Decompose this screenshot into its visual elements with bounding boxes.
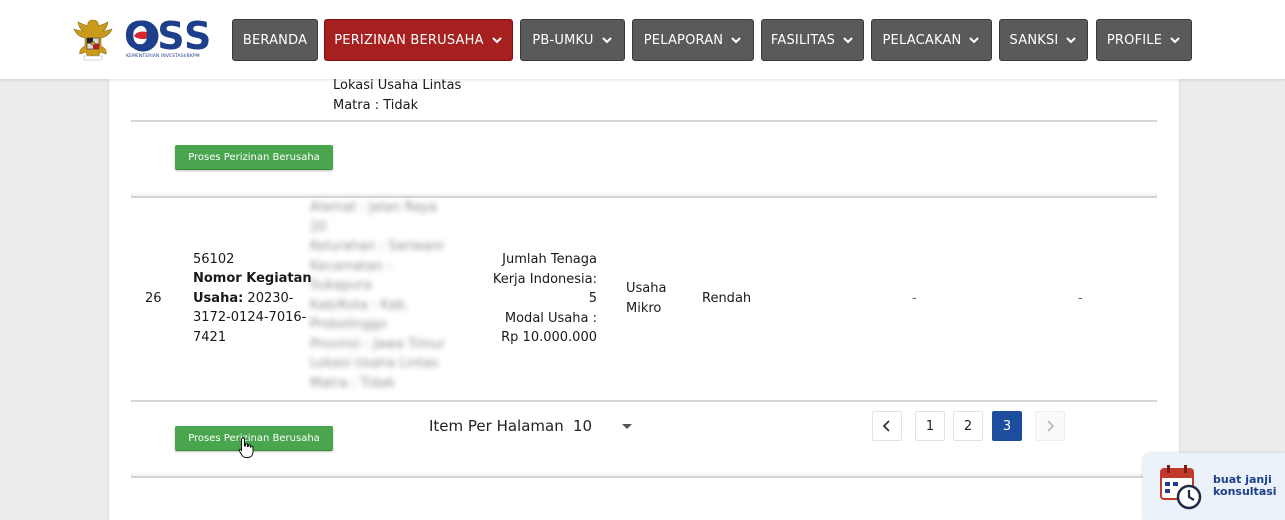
chevron-down-icon xyxy=(731,37,741,44)
nomor-kegiatan-line: Usaha: 20230- xyxy=(193,289,293,309)
nav-beranda[interactable]: BERANDA xyxy=(232,19,318,61)
hand-cursor-icon xyxy=(238,437,254,458)
nomor-kegiatan-label-2: Usaha: xyxy=(193,291,244,306)
address-line: Provinsi : Jawa Timur xyxy=(310,336,446,352)
address-line: Kecamatan : xyxy=(310,258,392,274)
skala-usaha-1: Usaha xyxy=(626,281,667,296)
address-line: Lokasi Usaha Lintas xyxy=(310,356,439,371)
address-line: Matra : Tidak xyxy=(310,375,396,391)
nav-sanksi[interactable]: SANKSI xyxy=(999,19,1088,61)
col9-dash: - xyxy=(1078,291,1083,306)
nav-pelaporan[interactable]: PELAPORAN xyxy=(632,19,754,61)
address-line: Probolinggo xyxy=(310,317,387,332)
per-page-select[interactable]: 10 xyxy=(573,417,592,435)
modal-line-1: Modal Usaha : xyxy=(504,310,597,326)
tenaga-modal-cell: Jumlah Tenaga Kerja Indonesia: 5 Modal U… xyxy=(479,250,597,348)
tenaga-line-3: 5 xyxy=(588,291,597,306)
nav-perizinan-berusaha[interactable]: PERIZINAN BERUSAHA xyxy=(324,19,513,61)
modal-line-2: Rp 10.000.000 xyxy=(501,330,597,345)
tenaga-line-2: Kerja Indonesia: xyxy=(492,271,597,287)
calendar-clock-icon xyxy=(1160,465,1202,510)
pagination-page-3[interactable]: 3 xyxy=(992,411,1022,441)
oss-logo-subtitle: KEMENTERIAN INVESTASI/BKPM xyxy=(126,54,200,59)
consultation-label: buat janji konsultasi xyxy=(1213,473,1277,498)
chevron-down-icon xyxy=(1170,37,1180,44)
nav-label: BERANDA xyxy=(242,32,308,48)
address-line: 20 xyxy=(310,219,327,235)
chevron-down-icon xyxy=(1066,37,1077,44)
proses-perizinan-button[interactable]: Proses Perizinan Berusaha xyxy=(175,426,333,451)
address-line: Sukapura xyxy=(310,278,372,293)
action-row: Proses Perizinan Berusaha xyxy=(131,120,1157,198)
nomor-kegiatan-label: Nomor Kegiatan xyxy=(193,271,312,286)
oss-logo[interactable]: OSS KEMENTERIAN INVESTASI/BKPM xyxy=(124,14,216,62)
chevron-down-icon xyxy=(492,37,502,44)
oss-logo-text: OSS xyxy=(124,14,213,58)
consultation-widget[interactable]: buat janji konsultasi xyxy=(1143,453,1285,520)
address-line: Kab/Kota : Kab. xyxy=(310,297,410,313)
tingkat-risiko: Rendah xyxy=(702,291,752,306)
nav-fasilitas[interactable]: FASILITAS xyxy=(761,19,864,61)
col8-dash: - xyxy=(912,291,917,306)
pagination-page-1[interactable]: 1 xyxy=(915,411,945,441)
pagination-next-button[interactable] xyxy=(1035,411,1065,441)
nomor-kegiatan-value-3: 7421 xyxy=(193,330,227,345)
chevron-down-icon xyxy=(969,37,980,44)
pagination-page-2[interactable]: 2 xyxy=(953,411,983,441)
nav-pb-umku[interactable]: PB-UMKU xyxy=(520,19,625,61)
nav-profile[interactable]: PROFILE xyxy=(1096,19,1192,61)
chevron-right-icon xyxy=(1047,420,1055,432)
nav-label: PELAPORAN xyxy=(643,32,724,48)
chevron-left-icon xyxy=(882,420,890,432)
per-page-label: Item Per Halaman xyxy=(429,417,564,435)
nav-label: PROFILE xyxy=(1106,32,1163,48)
caret-down-icon[interactable] xyxy=(622,424,632,429)
tenaga-line-1: Jumlah Tenaga xyxy=(502,252,597,267)
top-header: OSS KEMENTERIAN INVESTASI/BKPM BERANDA P… xyxy=(0,0,1285,79)
address-blurred: Alamat : Jalan Raya 20 Kelurahan : Sariw… xyxy=(310,198,475,398)
kbli-code: 56102 xyxy=(193,252,235,267)
nomor-kegiatan-value-1: 20230- xyxy=(243,291,294,306)
skala-usaha-2: Mikro xyxy=(626,301,662,316)
nomor-kegiatan-value-2: 3172-0124-7016- xyxy=(193,310,307,325)
nav-label: PB-UMKU xyxy=(532,32,594,48)
main-panel: Lokasi Usaha Lintas Matra : Tidak Proses… xyxy=(109,78,1179,520)
pagination-prev-button[interactable] xyxy=(872,411,902,441)
garuda-emblem-icon xyxy=(73,19,113,61)
proses-perizinan-button[interactable]: Proses Perizinan Berusaha xyxy=(175,145,333,170)
chevron-down-icon xyxy=(601,37,612,44)
row-number: 26 xyxy=(145,291,162,306)
address-line: Alamat : Jalan Raya xyxy=(310,200,437,215)
nav-label: SANKSI xyxy=(1009,32,1059,48)
nav-label: FASILITAS xyxy=(770,32,836,48)
address-line: Kelurahan : Sariwani xyxy=(310,239,444,254)
prev-row-location-2: Matra : Tidak xyxy=(333,98,419,113)
chevron-down-icon xyxy=(843,37,853,44)
nav-label: PELACAKAN xyxy=(882,32,962,48)
nav-pelacakan[interactable]: PELACAKAN xyxy=(871,19,992,61)
nav-label: PERIZINAN BERUSAHA xyxy=(334,32,484,48)
